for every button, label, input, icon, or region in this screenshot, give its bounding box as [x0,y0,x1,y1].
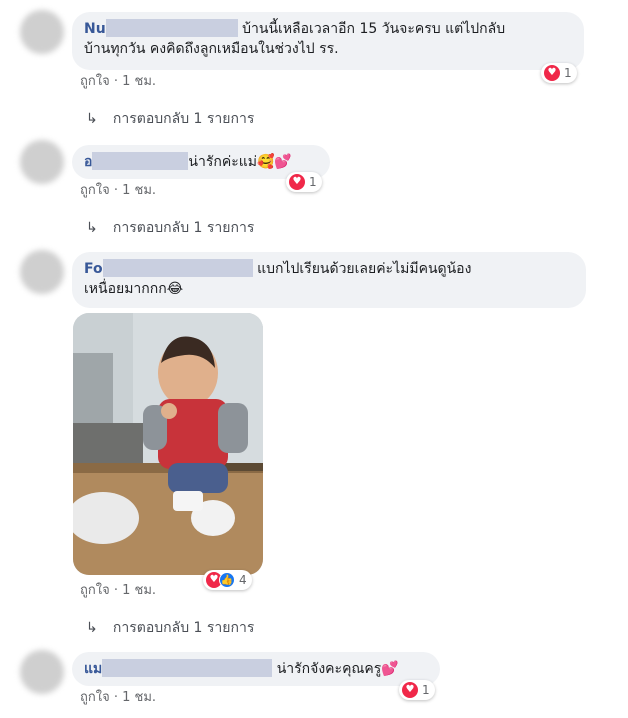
comment-text: บ้านนี้เหลือเวลาอีก 15 วันจะครบ แต่ไปกลั… [242,21,506,37]
commenter-name[interactable]: อ [84,154,92,170]
avatar[interactable] [20,140,64,184]
comment-text: เหนื่อยมากกก😂 [84,281,184,297]
redacted-name [102,259,253,277]
comment-meta: ถูกใจ · 1 ชม. [80,690,157,705]
timestamp[interactable]: 1 ชม. [122,74,156,89]
baby-photo-illustration [73,313,263,575]
replies-label[interactable]: การตอบกลับ 1 รายการ [113,620,254,636]
comment-meta: ถูกใจ · 1 ชม. [80,74,157,89]
reply-arrow-icon: ↳ [86,220,98,236]
comment-text: แบกไปเรียนด้วยเลยค่ะไม่มีคนดูน้อง [257,261,472,277]
comment-line: Nu บ้านนี้เหลือเวลาอีก 15 วันจะครบ แต่ไป… [84,19,572,39]
replies-link[interactable]: ↳ การตอบกลับ 1 รายการ [86,109,254,129]
comment-photo[interactable] [73,313,263,575]
replies-label[interactable]: การตอบกลับ 1 รายการ [113,220,254,236]
avatar[interactable] [20,650,64,694]
redacted-name [105,19,238,37]
commenter-name[interactable]: แม [84,661,102,677]
reaction-count: 4 [239,573,247,587]
reaction-count: 1 [564,66,572,80]
redacted-name [102,659,273,677]
replies-link[interactable]: ↳ การตอบกลับ 1 รายการ [86,618,254,638]
comment-bubble: แม น่ารักจังคะคุณครู💕 [72,652,440,686]
reply-arrow-icon: ↳ [86,111,98,127]
like-link[interactable]: ถูกใจ [80,583,110,598]
heart-reaction-icon: ♥ [289,174,305,190]
reaction-count: 1 [309,175,317,189]
replies-label[interactable]: การตอบกลับ 1 รายการ [113,111,254,127]
comment-meta: ถูกใจ · 1 ชม. [80,183,157,198]
timestamp[interactable]: 1 ชม. [122,583,156,598]
avatar[interactable] [20,250,64,294]
timestamp[interactable]: 1 ชม. [122,183,156,198]
replies-link[interactable]: ↳ การตอบกลับ 1 รายการ [86,218,254,238]
timestamp[interactable]: 1 ชม. [122,690,156,705]
comment-meta: ถูกใจ · 1 ชม. [80,583,157,598]
comment-text: น่ารักจังคะคุณครู💕 [276,661,399,677]
like-link[interactable]: ถูกใจ [80,74,110,89]
comment-text: บ้านทุกวัน คงคิดถึงลูกเหมือนในช่วงไป รร. [84,41,339,57]
like-reaction-icon: 👍 [219,572,235,588]
heart-reaction-icon: ♥ [402,682,418,698]
avatar[interactable] [20,10,64,54]
redacted-name [92,152,189,170]
comment-bubble: Nu บ้านนี้เหลือเวลาอีก 15 วันจะครบ แต่ไป… [72,12,584,70]
reaction-summary[interactable]: ♥ 1 [541,63,577,83]
comment-bubble: Fo แบกไปเรียนด้วยเลยค่ะไม่มีคนดูน้อง เหน… [72,252,586,308]
like-link[interactable]: ถูกใจ [80,690,110,705]
reply-arrow-icon: ↳ [86,620,98,636]
comment-line: Fo แบกไปเรียนด้วยเลยค่ะไม่มีคนดูน้อง [84,259,574,279]
commenter-name[interactable]: Fo [84,261,103,277]
heart-reaction-icon: ♥ [544,65,560,81]
comment-text: น่ารักค่ะแม่🥰💕 [188,154,292,170]
reaction-summary[interactable]: ♥ 👍 4 [203,570,252,590]
reaction-summary[interactable]: ♥ 1 [399,680,435,700]
reaction-count: 1 [422,683,430,697]
commenter-name[interactable]: Nu [84,21,106,37]
reaction-summary[interactable]: ♥ 1 [286,172,322,192]
like-link[interactable]: ถูกใจ [80,183,110,198]
